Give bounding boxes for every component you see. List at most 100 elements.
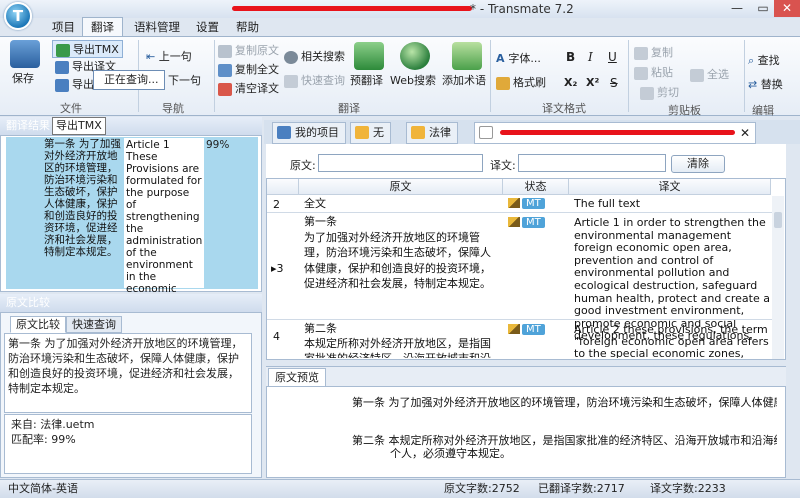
segment-source[interactable]: 全文 <box>304 197 326 211</box>
related-search-button[interactable]: 相关搜索 <box>284 48 345 64</box>
segment-target[interactable]: The full text <box>574 197 640 211</box>
tab-none[interactable]: 无 <box>350 122 391 144</box>
next-sentence-button[interactable]: 下一句 <box>168 72 201 88</box>
replace-button[interactable]: ⇄ 替换 <box>748 76 783 92</box>
close-tab-icon[interactable]: ✕ <box>740 126 750 140</box>
underline-button[interactable]: U <box>608 50 617 64</box>
tab-quick-query[interactable]: 快速查询 <box>66 316 122 333</box>
find-button[interactable]: ⌕ 查找 <box>748 52 780 68</box>
querying-popup: 正在查询... <box>93 70 165 90</box>
app-logo-icon[interactable]: T <box>4 2 32 30</box>
result-target: Article 1 These Provisions are formulate… <box>124 138 204 355</box>
copy-full-button[interactable]: 复制全文 <box>218 61 279 77</box>
tab-translate[interactable]: 翻译 <box>82 17 123 37</box>
tab-source-compare[interactable]: 原文比较 <box>10 316 66 333</box>
tab-corpus[interactable]: 语料管理 <box>126 18 188 36</box>
group-label-format: 译文格式 <box>542 102 586 115</box>
segment-target[interactable]: Article 2 these provisions, the term "fo… <box>574 324 770 358</box>
status-badge: MT <box>508 322 545 337</box>
segment-source[interactable]: 第一条 为了加强对外经济开放地区的环境管理，防治环境污染和生态破坏，保障人体健康… <box>304 214 500 292</box>
divider <box>744 40 745 112</box>
clear-target-button[interactable]: 清空译文 <box>218 80 279 96</box>
strike-button[interactable]: S <box>610 76 618 90</box>
font-button[interactable]: A 字体... <box>496 50 541 66</box>
copy-icon <box>218 63 232 77</box>
clear-button[interactable]: 清除 <box>671 155 725 173</box>
tab-law[interactable]: 法律 <box>406 122 458 144</box>
copy-source-button[interactable]: 复制原文 <box>218 42 279 58</box>
source-compare-header: 原文比较 <box>0 294 262 312</box>
tab-project[interactable]: 项目 <box>44 18 83 36</box>
cut-button[interactable]: 剪切 <box>640 84 679 100</box>
redacted-mark <box>232 6 472 11</box>
compare-text: 第一条 为了加强对外经济开放地区的环境管理，防治环境污染和生态破坏，保障人体健康… <box>4 333 252 413</box>
export-icon <box>55 78 69 92</box>
preview-line: 个人，必须遵守本规定。 <box>390 447 511 460</box>
grid-header-number <box>267 179 299 195</box>
window-title: * - Transmate 7.2 <box>470 2 574 16</box>
minimize-button[interactable]: — <box>724 0 750 17</box>
from-label: 来自: 法律.uetm <box>11 418 95 431</box>
paste-button[interactable]: 粘贴 <box>634 64 673 80</box>
copy-icon <box>634 46 648 60</box>
save-icon <box>10 40 40 68</box>
copy-icon <box>218 44 232 58</box>
target-filter-input[interactable] <box>518 154 666 172</box>
result-match-score: 99% <box>206 139 230 151</box>
document-icon <box>479 126 493 139</box>
export-icon <box>55 60 69 74</box>
globe-icon <box>400 42 430 70</box>
tab-help[interactable]: 帮助 <box>228 18 267 36</box>
status-badge: MT <box>508 196 545 211</box>
superscript-button[interactable]: X² <box>586 76 599 89</box>
select-all-icon <box>690 68 704 82</box>
scrollbar-thumb[interactable] <box>774 212 782 228</box>
arrow-left-icon: ⇤ <box>146 50 159 63</box>
language-pair: 中文简体-英语 <box>8 482 78 495</box>
save-button[interactable]: 保存 <box>12 70 34 86</box>
tab-my-project[interactable]: 我的项目 <box>272 122 346 144</box>
brush-icon <box>496 76 510 90</box>
target-filter-label: 译文: <box>490 159 516 172</box>
preview-header <box>266 366 786 386</box>
row-number: 2 <box>273 198 280 211</box>
search-icon: ⌕ <box>748 54 758 67</box>
group-label-edit: 编辑 <box>752 104 774 117</box>
export-button[interactable]: 导出 <box>55 76 94 92</box>
query-icon <box>284 74 298 88</box>
export-tmx-button[interactable]: 导出TMX <box>52 40 123 58</box>
prev-sentence-button[interactable]: ⇤ 上一句 <box>146 48 192 64</box>
preview-line: 第一条 为了加强对外经济开放地区的环境管理，防治环境污染和生态破坏，保障人体健康… <box>352 396 777 409</box>
replace-icon: ⇄ <box>748 78 761 91</box>
format-brush-button[interactable]: 格式刷 <box>496 74 546 90</box>
tab-settings[interactable]: 设置 <box>188 18 227 36</box>
select-all-button[interactable]: 全选 <box>690 66 729 82</box>
group-label-clipboard: 剪贴板 <box>668 104 701 117</box>
close-button[interactable]: ✕ <box>774 0 800 17</box>
pretranslate-button[interactable]: 预翻译 <box>350 72 383 88</box>
match-rate-label: 匹配率: 99% <box>11 433 76 446</box>
grid-header-target: 译文 <box>569 179 771 195</box>
web-search-button[interactable]: Web搜索 <box>390 72 436 88</box>
maximize-button[interactable]: ▭ <box>750 0 776 17</box>
bold-button[interactable]: B <box>566 50 575 64</box>
italic-button[interactable]: I <box>588 50 593 64</box>
folder-icon <box>411 126 425 139</box>
row-number: 4 <box>273 330 280 343</box>
preview-line: 第二条 本规定所称对外经济开放地区，是指国家批准的经济特区、沿海开放城市和沿海经… <box>352 434 777 447</box>
segment-source[interactable]: 第二条 本规定所称对外经济开放地区，是指国家批准的经济特区、沿海开放城市和沿海经… <box>304 321 500 358</box>
font-icon: A <box>496 52 509 65</box>
search-icon <box>284 50 298 64</box>
copy-button[interactable]: 复制 <box>634 44 673 60</box>
redacted-mark <box>500 130 735 135</box>
tab-source-preview[interactable]: 原文预览 <box>268 368 326 386</box>
translated-word-count: 已翻译字数:2717 <box>538 482 625 495</box>
divider <box>214 40 215 112</box>
add-term-button[interactable]: 添加术语 <box>442 72 486 88</box>
quick-query-button[interactable]: 快速查询 <box>284 72 345 88</box>
pretranslate-icon <box>354 42 384 70</box>
subscript-button[interactable]: X₂ <box>564 76 577 89</box>
paste-icon <box>634 66 648 80</box>
row-divider <box>267 319 772 320</box>
source-filter-input[interactable] <box>318 154 483 172</box>
